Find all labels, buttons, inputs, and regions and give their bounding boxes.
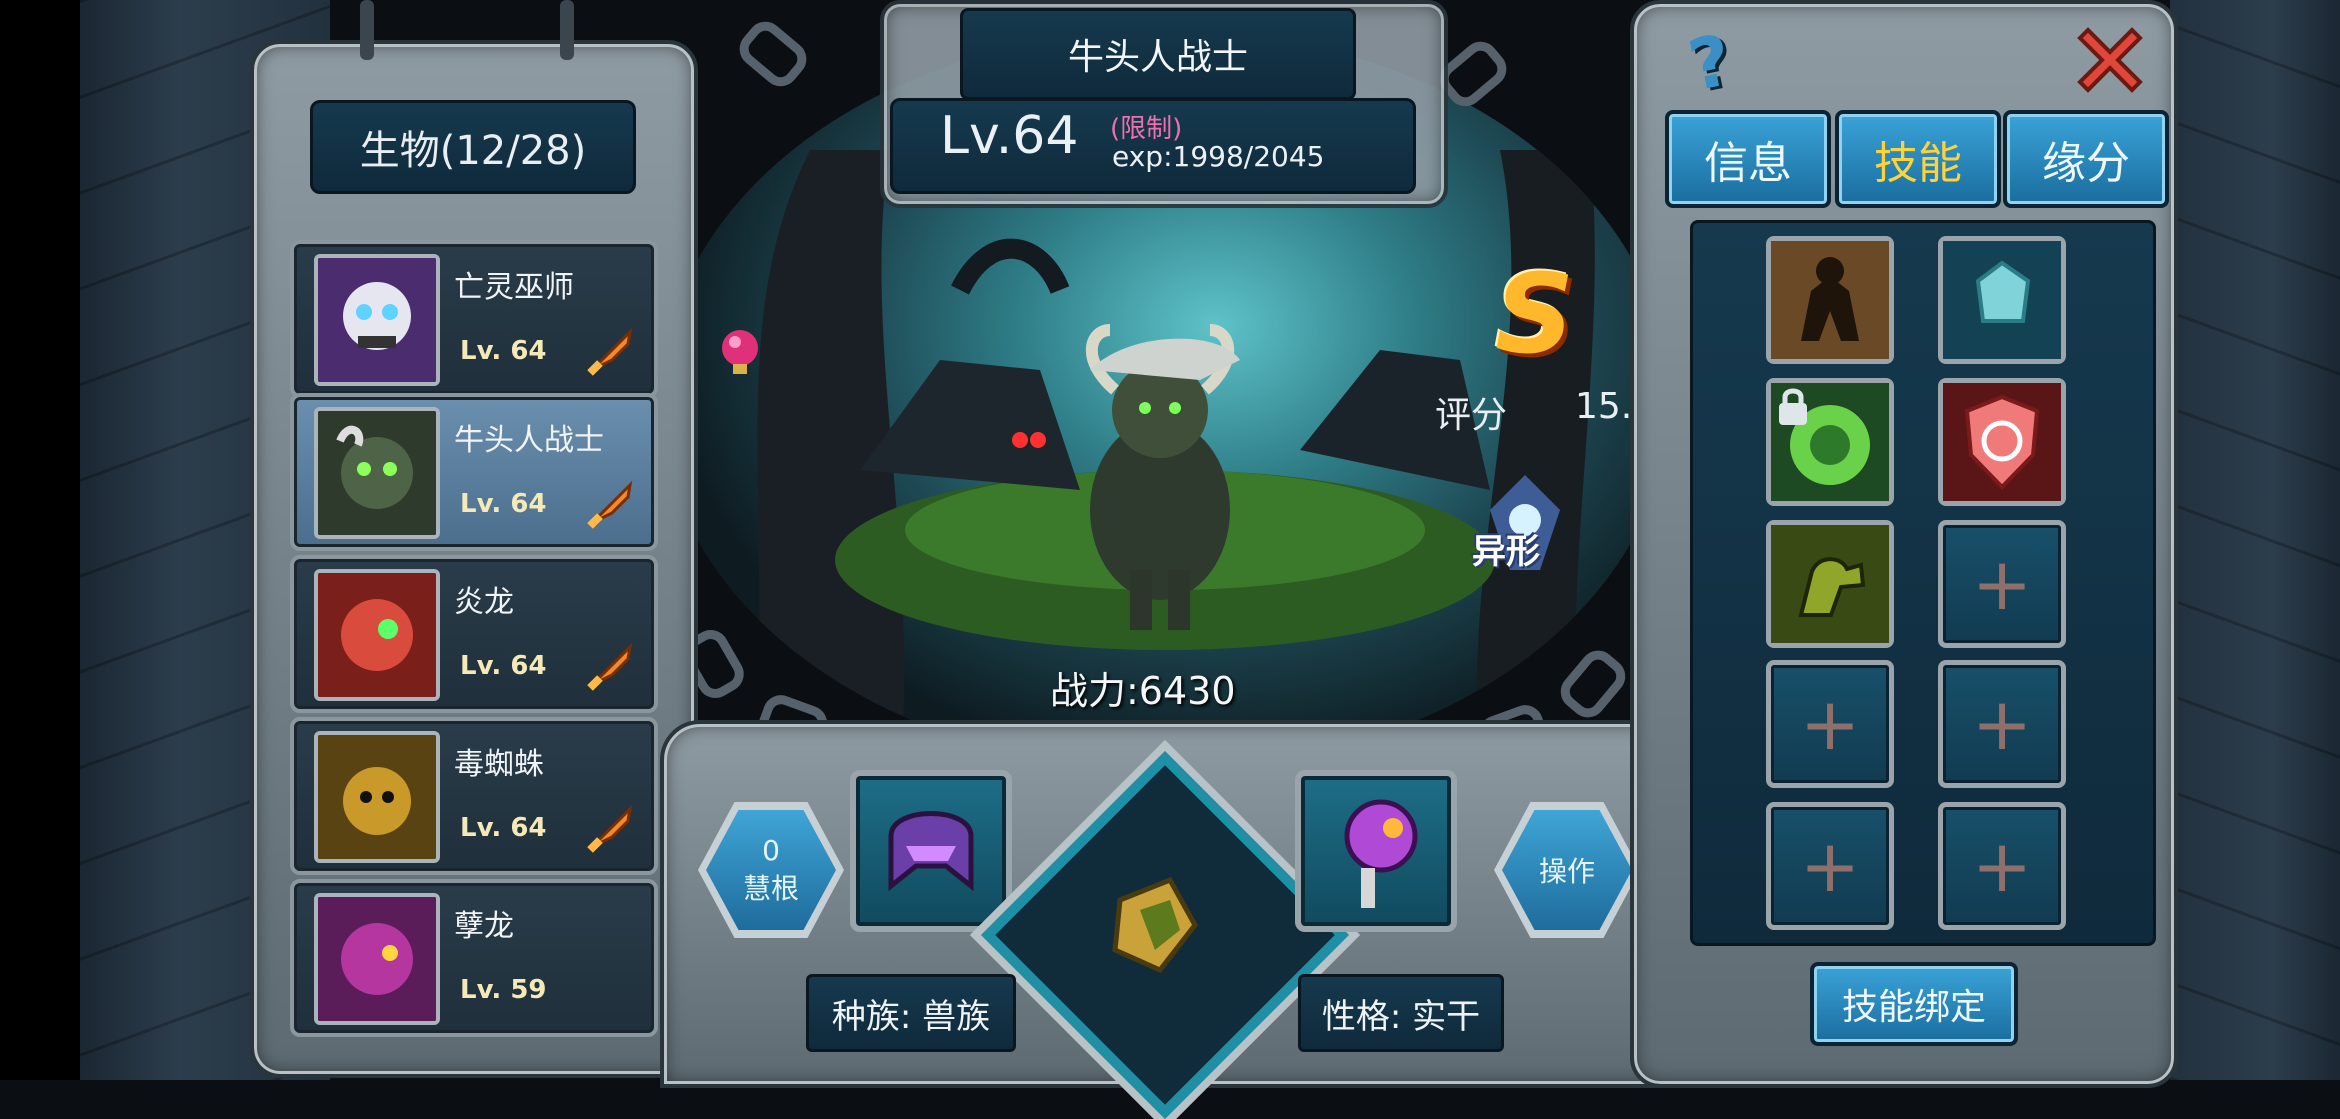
skull-mage-portrait: [314, 254, 440, 386]
skill-slot[interactable]: [1938, 378, 2066, 506]
creature-item-necromancer[interactable]: 亡灵巫师 Lv. 64: [290, 240, 658, 398]
skill-slot-empty[interactable]: +: [1766, 660, 1894, 788]
skill-slot[interactable]: [1766, 378, 1894, 506]
operate-label: 操作: [1538, 855, 1595, 888]
wisdom-value: 0: [762, 833, 780, 867]
helmet-equipment-slot[interactable]: [850, 770, 1012, 932]
add-icon: +: [1971, 542, 2033, 626]
skill-bind-button[interactable]: 技能绑定: [1810, 962, 2018, 1046]
creature-name: 孽龙: [454, 909, 514, 944]
sword-icon: [587, 642, 633, 691]
creature-item-poison-spider[interactable]: 毒蜘蛛 Lv. 64: [290, 717, 658, 875]
tab-fate[interactable]: 缘分: [2003, 110, 2169, 208]
target-shield-icon: [1943, 383, 2061, 501]
personality-tag: 性格: 实干: [1298, 974, 1504, 1052]
skill-slot-empty[interactable]: +: [1938, 660, 2066, 788]
top-chain-icon: [560, 0, 574, 60]
strength-arm-icon: [1771, 525, 1889, 643]
sword-icon: [587, 327, 633, 376]
minotaur-portrait: [314, 407, 440, 539]
tab-info[interactable]: 信息: [1665, 110, 1831, 208]
grade-badge: S: [1495, 250, 1575, 378]
crystal-gem-icon: [1943, 241, 2061, 359]
creature-item-fire-dragon[interactable]: 炎龙 Lv. 64: [290, 555, 658, 713]
creature-name: 亡灵巫师: [454, 270, 574, 305]
skull-totem-icon: [1344, 799, 1418, 908]
add-icon: +: [1799, 682, 1861, 766]
poison-spider-portrait: [314, 731, 440, 863]
creature-level: Lv. 64: [460, 489, 547, 519]
add-icon: +: [1971, 824, 2033, 908]
left-edge: [0, 0, 80, 1080]
creature-name: 牛头人战士: [454, 423, 604, 458]
right-stone-wall: [2170, 0, 2340, 1080]
creature-list-title: 生物(12/28): [310, 100, 636, 194]
helmet-icon: [888, 811, 974, 892]
add-icon: +: [1799, 824, 1861, 908]
creature-name: 毒蜘蛛: [454, 747, 544, 782]
creature-level-display: Lv.64: [940, 106, 1079, 166]
score-label: 评分: [1435, 395, 1508, 436]
skill-slot[interactable]: [1766, 236, 1894, 364]
skill-slot[interactable]: [1938, 236, 2066, 364]
wisdom-label: 慧根: [742, 871, 799, 905]
skill-slot-empty[interactable]: +: [1766, 802, 1894, 930]
creature-level: Lv. 64: [460, 813, 547, 843]
race-tag: 种族: 兽族: [806, 974, 1016, 1052]
combat-power: 战力:6430: [1050, 669, 1236, 713]
creature-level: Lv. 64: [460, 336, 547, 366]
experience-display: exp:1998/2045: [1112, 140, 1325, 173]
skill-slot-empty[interactable]: +: [1938, 802, 2066, 930]
creature-item-evil-dragon[interactable]: 孽龙 Lv. 59: [290, 879, 658, 1037]
tab-skills[interactable]: 技能: [1835, 110, 2001, 208]
close-icon[interactable]: [2070, 20, 2150, 100]
top-chain-icon: [360, 0, 374, 60]
creature-title: 牛头人战士: [960, 8, 1356, 100]
add-icon: +: [1971, 682, 2033, 766]
beast-silhouette-icon: [1771, 241, 1889, 359]
skill-slot-empty[interactable]: +: [1938, 520, 2066, 648]
skill-slot[interactable]: [1766, 520, 1894, 648]
sword-icon: [587, 804, 633, 853]
fire-dragon-portrait: [314, 569, 440, 701]
skull-equipment-slot[interactable]: [1295, 770, 1457, 932]
creature-level: Lv. 64: [460, 651, 547, 681]
evil-dragon-portrait: [314, 893, 440, 1025]
creature-name: 炎龙: [454, 585, 514, 620]
creature-level: Lv. 59: [460, 975, 547, 1005]
mutation-label[interactable]: 异形: [1472, 524, 1540, 573]
sword-icon: [587, 480, 633, 529]
lock-icon: [1779, 388, 1807, 425]
creature-item-minotaur[interactable]: 牛头人战士 Lv. 64: [290, 393, 658, 551]
gem-core-icon: [1112, 876, 1198, 974]
potion-icon[interactable]: [715, 322, 765, 382]
skills-grid-panel: [1690, 220, 2156, 946]
